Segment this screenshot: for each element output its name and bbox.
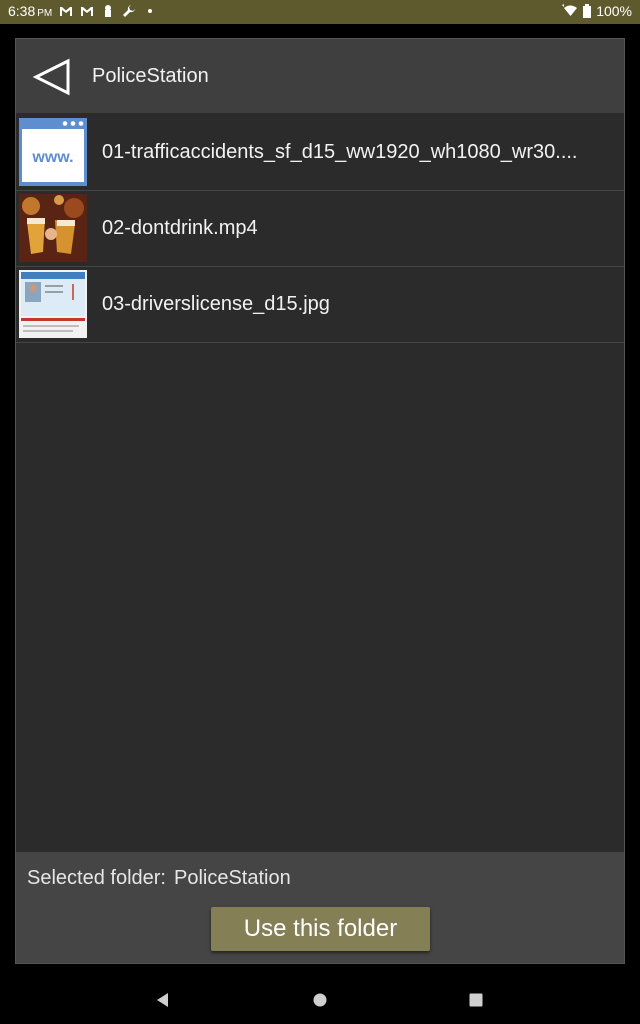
video-thumbnail: [19, 194, 87, 262]
status-bar: 6:38 PM 100%: [0, 0, 640, 24]
use-this-folder-button[interactable]: Use this folder: [211, 907, 430, 951]
dot-icon: [148, 9, 153, 13]
battery-percent: 100%: [596, 3, 632, 19]
file-name: 02-dontdrink.mp4: [102, 217, 258, 239]
folder-picker-dialog: PoliceStation www. 01-trafficaccidents_s…: [15, 38, 625, 964]
wifi-icon: [562, 4, 578, 16]
dialog-footer: Selected folder: PoliceStation Use this …: [16, 852, 624, 963]
file-list: www. 01-trafficaccidents_sf_d15_ww1920_w…: [16, 115, 624, 343]
image-thumbnail: [19, 270, 87, 338]
file-name: 03-driverslicense_d15.jpg: [102, 293, 330, 315]
list-item[interactable]: 03-driverslicense_d15.jpg: [16, 267, 624, 343]
dialog-header: PoliceStation: [16, 39, 624, 113]
navigation-bar: [0, 975, 640, 1024]
battery-icon: [583, 4, 592, 18]
folder-title: PoliceStation: [92, 65, 209, 87]
gmail-icon: [60, 7, 73, 16]
recents-nav-icon[interactable]: [465, 989, 487, 1011]
selected-folder-label: Selected folder:: [27, 867, 166, 889]
gmail-icon: [81, 7, 94, 16]
list-item[interactable]: 02-dontdrink.mp4: [16, 191, 624, 267]
selected-folder-value: PoliceStation: [173, 867, 291, 889]
back-nav-icon[interactable]: [152, 989, 174, 1011]
web-page-icon: www.: [19, 118, 87, 186]
list-item[interactable]: www. 01-trafficaccidents_sf_d15_ww1920_w…: [16, 115, 624, 191]
keyhole-icon: [105, 5, 112, 17]
back-triangle-icon: [32, 58, 70, 96]
svg-text:www.: www.: [31, 149, 73, 166]
clock: 6:38 PM: [8, 3, 53, 19]
file-name: 01-trafficaccidents_sf_d15_ww1920_wh1080…: [102, 141, 578, 163]
selected-folder-text: Selected folder: PoliceStation: [27, 867, 291, 890]
back-button[interactable]: [30, 55, 74, 99]
home-nav-icon[interactable]: [309, 989, 331, 1011]
wrench-icon: [123, 5, 136, 17]
